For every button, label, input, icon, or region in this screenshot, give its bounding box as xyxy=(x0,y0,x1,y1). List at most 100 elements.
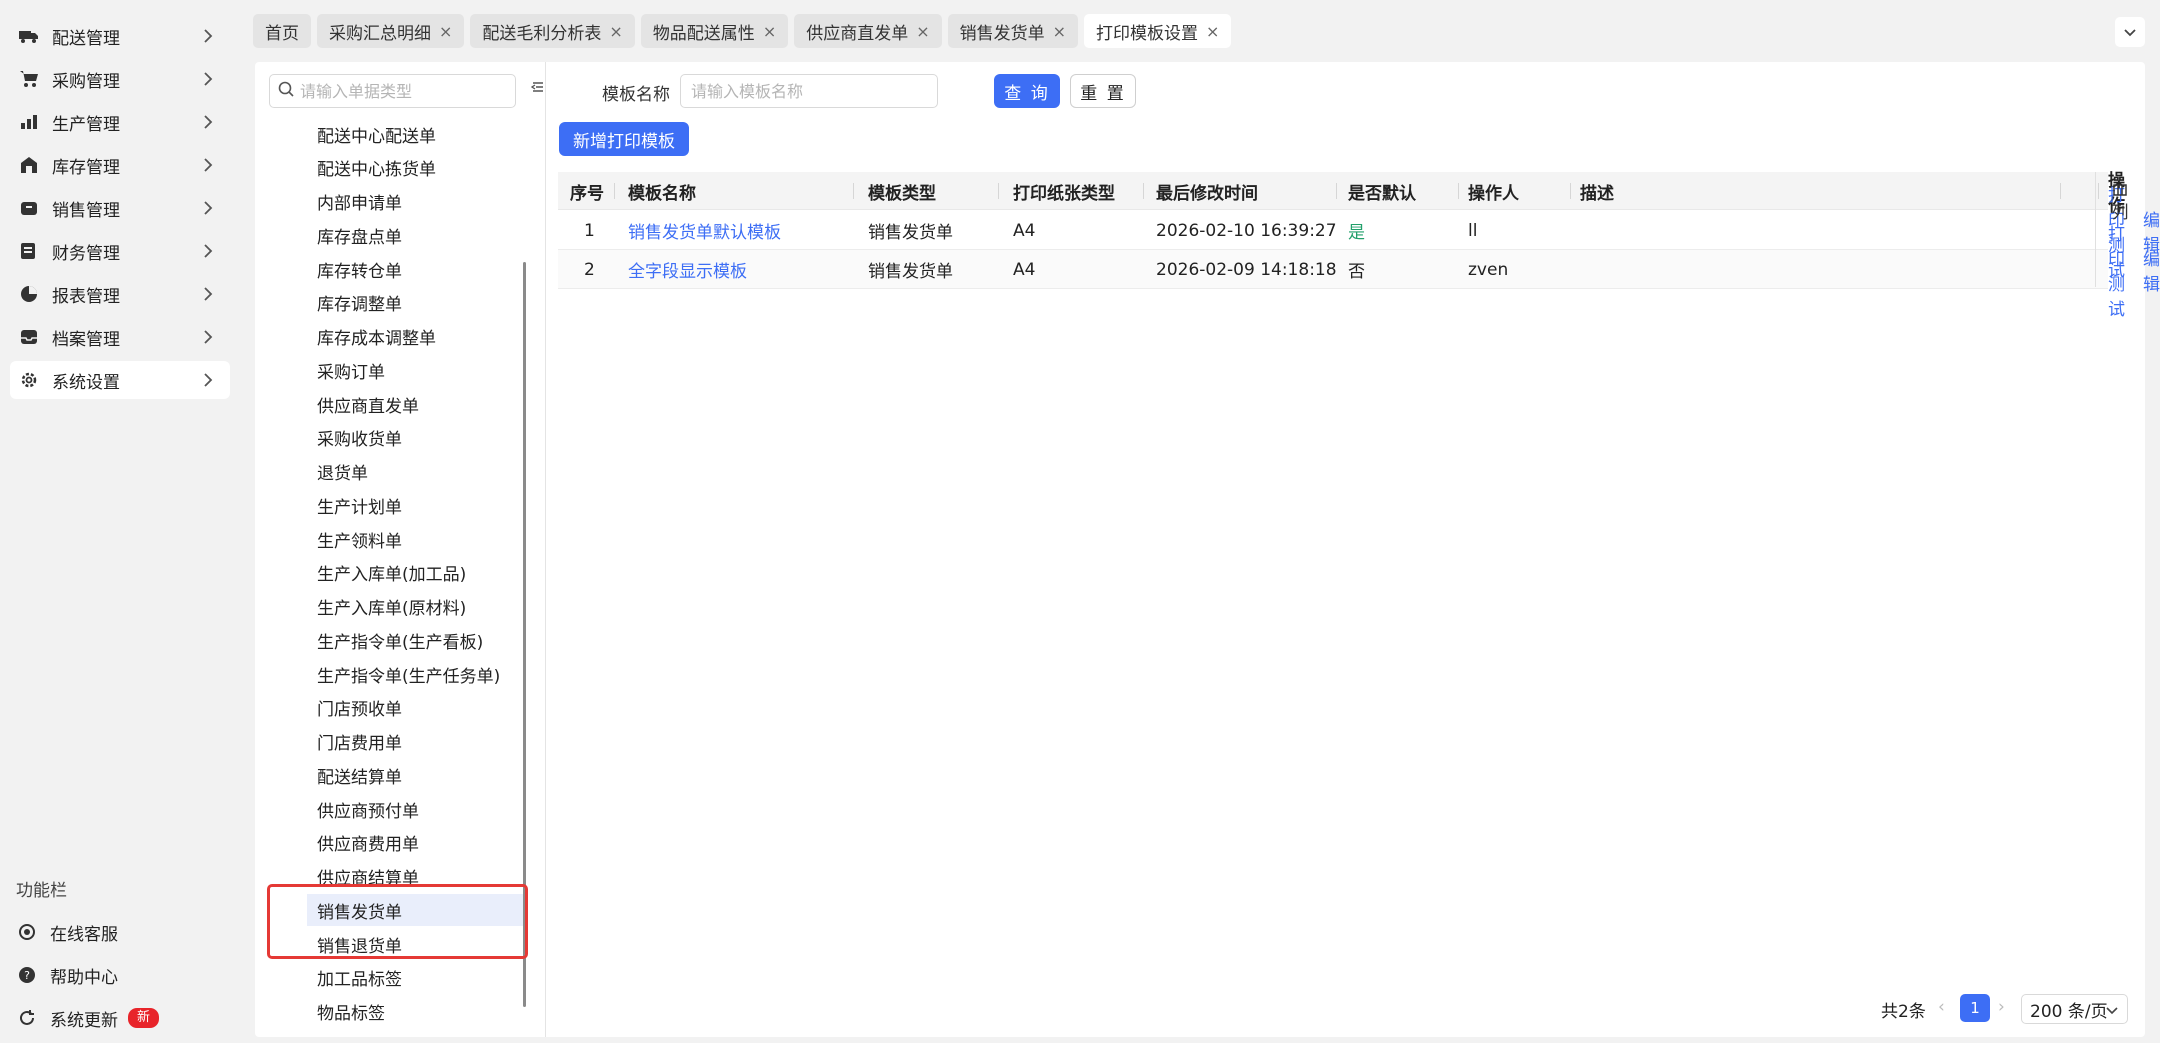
tree-item[interactable]: 配送中心配送单 xyxy=(307,118,527,150)
function-label: 帮助中心 xyxy=(50,967,118,988)
tree-search-box[interactable] xyxy=(269,74,516,108)
tab-sales-delivery[interactable]: 销售发货单 × xyxy=(947,14,1079,48)
cell-template-name-link[interactable]: 销售发货单默认模板 xyxy=(628,211,781,250)
table-row: 2 全字段显示模板 销售发货单 A4 2026-02-09 14:18:18 否… xyxy=(558,225,2160,320)
cell-is-default: 是 xyxy=(1348,223,1365,243)
sidebar-item-delivery[interactable]: 配送管理 xyxy=(10,17,230,55)
tree-item[interactable]: 销售发货单 xyxy=(307,894,527,927)
chevron-right-icon xyxy=(198,370,218,390)
tree-item[interactable]: 库存成本调整单 xyxy=(307,321,527,353)
query-button[interactable]: 查 询 xyxy=(994,74,1060,108)
tree-item[interactable]: 生产指令单(生产看板) xyxy=(307,624,527,656)
sidebar-item-inventory[interactable]: 库存管理 xyxy=(10,146,230,184)
tree-item[interactable]: 库存转仓单 xyxy=(307,253,527,285)
page-1-button[interactable]: 1 xyxy=(1960,994,1990,1022)
tree-item[interactable]: 供应商直发单 xyxy=(307,388,527,420)
sidebar-item-sales[interactable]: 销售管理 xyxy=(10,189,230,227)
close-icon[interactable]: × xyxy=(763,22,776,41)
tree-item[interactable]: 配送结算单 xyxy=(307,759,527,791)
print-test-link[interactable]: 打印测试 xyxy=(2108,220,2125,320)
content-card: 配送中心配送单配送中心拣货单内部申请单库存盘点单库存转仓单库存调整单库存成本调整… xyxy=(255,62,2160,1037)
sidebar-item-production[interactable]: 生产管理 xyxy=(10,103,230,141)
page-size-select[interactable]: 200 条/页 xyxy=(2021,994,2128,1024)
function-label: 系统更新 xyxy=(50,1010,118,1031)
column-separator xyxy=(614,183,615,199)
sidebar-item-label: 配送管理 xyxy=(52,28,120,49)
tree-item[interactable]: 门店费用单 xyxy=(307,726,527,758)
tree-item[interactable]: 配送中心拣货单 xyxy=(307,152,527,184)
tree-item[interactable]: 加工品标签 xyxy=(307,962,527,994)
sidebar-item-archives[interactable]: 档案管理 xyxy=(10,318,230,356)
box-icon xyxy=(18,197,40,219)
cell-template-type: 销售发货单 xyxy=(868,223,953,243)
column-header-modified: 最后修改时间 xyxy=(1156,183,1258,204)
column-separator xyxy=(2060,183,2061,199)
sidebar-item-finance[interactable]: 财务管理 xyxy=(10,232,230,270)
cell-is-default: 否 xyxy=(1348,262,1365,282)
tree-item[interactable]: 供应商费用单 xyxy=(307,827,527,859)
column-header-desc: 描述 xyxy=(1580,183,1614,204)
sidebar-item-purchase[interactable]: 采购管理 xyxy=(10,60,230,98)
tree-scrollbar[interactable] xyxy=(523,262,526,1007)
search-icon xyxy=(278,81,294,101)
tab-print-template-settings[interactable]: 打印模板设置 × xyxy=(1084,14,1232,48)
tree-item[interactable]: 库存调整单 xyxy=(307,287,527,319)
tree-item[interactable]: 退货单 xyxy=(307,456,527,488)
system-update-link[interactable]: 系统更新 新 xyxy=(16,1003,160,1033)
reset-button[interactable]: 重 置 xyxy=(1070,74,1136,108)
cell-template-name-link[interactable]: 全字段显示模板 xyxy=(628,250,747,289)
chevron-right-icon xyxy=(198,284,218,304)
column-settings-button[interactable]: 列 xyxy=(2107,180,2133,228)
tab-delivery-margin[interactable]: 配送毛利分析表 × xyxy=(470,14,635,48)
function-bar-title: 功能栏 xyxy=(16,881,67,901)
tab-item-delivery-attrs[interactable]: 物品配送属性 × xyxy=(640,14,789,48)
tree-search-input[interactable] xyxy=(300,81,500,101)
tree-item[interactable]: 销售退货单 xyxy=(307,928,527,960)
prev-page-button[interactable]: ‹ xyxy=(1938,997,1945,1017)
row-actions: 打印测试 编辑 复制 删除 xyxy=(2108,225,2160,320)
tree-item[interactable]: 供应商结算单 xyxy=(307,861,527,893)
column-separator xyxy=(1458,183,1459,199)
close-icon[interactable]: × xyxy=(609,22,622,41)
close-icon[interactable]: × xyxy=(439,22,452,41)
online-service-link[interactable]: 在线客服 xyxy=(16,917,118,947)
cell-index: 2 xyxy=(584,259,595,280)
template-name-input[interactable] xyxy=(680,74,938,108)
edit-link[interactable]: 编辑 xyxy=(2143,245,2160,295)
tab-home[interactable]: 首页 xyxy=(253,14,311,48)
close-icon[interactable]: × xyxy=(1053,22,1066,41)
tree-item[interactable]: 供应商预付单 xyxy=(307,793,527,825)
close-icon[interactable]: × xyxy=(1206,22,1219,41)
tab-label: 供应商直发单 xyxy=(806,23,909,44)
tree-item[interactable]: 门店预收单 xyxy=(307,692,527,724)
tabs-dropdown-button[interactable] xyxy=(2115,17,2145,47)
chevron-down-icon xyxy=(2123,23,2137,42)
tab-purchase-summary[interactable]: 采购汇总明细 × xyxy=(317,14,465,48)
tree-item[interactable]: 生产计划单 xyxy=(307,489,527,521)
tree-item[interactable]: 内部申请单 xyxy=(307,186,527,218)
table-header: 序号 模板名称 模板类型 打印纸张类型 最后修改时间 是否默认 操作人 描述 操… xyxy=(558,171,2125,216)
chevron-right-icon xyxy=(198,327,218,347)
tree-item[interactable]: 采购收货单 xyxy=(307,422,527,454)
tree-item[interactable]: 采购订单 xyxy=(307,354,527,386)
tree-item[interactable]: 生产入库单(加工品) xyxy=(307,557,527,589)
sidebar-item-system-settings[interactable]: 系统设置 xyxy=(10,361,230,399)
close-icon[interactable]: × xyxy=(916,22,929,41)
tab-supplier-direct[interactable]: 供应商直发单 × xyxy=(794,14,942,48)
headset-icon xyxy=(16,921,38,943)
tree-item[interactable]: 生产入库单(原材料) xyxy=(307,591,527,623)
sidebar-item-reports[interactable]: 报表管理 xyxy=(10,275,230,313)
tree-item[interactable]: 物品标签 xyxy=(307,996,527,1028)
tree-item[interactable]: 生产领料单 xyxy=(307,523,527,555)
tab-label: 物品配送属性 xyxy=(652,23,755,44)
next-page-button[interactable]: › xyxy=(1998,997,2005,1017)
tree-item[interactable]: 生产指令单(生产任务单) xyxy=(307,658,527,690)
column-header-paper: 打印纸张类型 xyxy=(1013,183,1115,204)
column-separator xyxy=(1336,183,1337,199)
help-center-link[interactable]: ? 帮助中心 xyxy=(16,960,118,990)
add-print-template-button[interactable]: 新增打印模板 xyxy=(559,122,689,156)
total-count: 共2条 xyxy=(1881,1002,1926,1022)
tree-item[interactable]: 库存盘点单 xyxy=(307,219,527,251)
cell-paper-type: A4 xyxy=(1013,220,1036,241)
column-header-type: 模板类型 xyxy=(868,183,936,204)
